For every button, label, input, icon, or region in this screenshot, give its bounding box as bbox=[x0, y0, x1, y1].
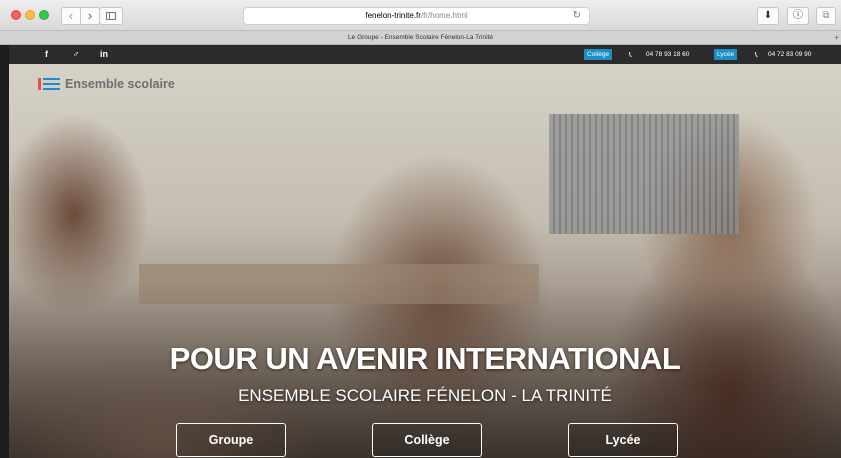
tabs-icon: ⧉ bbox=[822, 10, 830, 21]
reload-icon[interactable]: ↻ bbox=[573, 8, 581, 24]
hero-subheadline: ENSEMBLE SCOLAIRE FÉNELON - LA TRINITÉ bbox=[238, 386, 612, 405]
browser-toolbar: ‹ › fenelon-trinite.fr/fr/home.html ↻ ⬇ … bbox=[0, 0, 841, 31]
tab-bar: Le Groupe - Ensemble Scolaire Fénelon-La… bbox=[0, 31, 841, 45]
college-badge: Collège bbox=[584, 49, 613, 60]
chevron-right-icon: › bbox=[87, 8, 93, 23]
logo-icon bbox=[38, 78, 60, 90]
phone-icon: 📞︎ bbox=[629, 50, 632, 59]
facebook-icon[interactable]: f bbox=[45, 45, 48, 64]
sidebar-toggle-button[interactable] bbox=[99, 7, 123, 25]
window-maximize-button[interactable] bbox=[39, 10, 49, 20]
url-path: /fr/home.html bbox=[420, 11, 468, 20]
chevron-left-icon: ‹ bbox=[68, 8, 74, 23]
lycee-button[interactable]: Lycée bbox=[568, 423, 678, 457]
site-topbar: f ♂ in Collège 📞︎ 04 78 93 18 60 Lycée 📞… bbox=[9, 45, 841, 64]
info-button[interactable]: ⓘ bbox=[787, 7, 809, 25]
address-bar[interactable]: fenelon-trinite.fr/fr/home.html ↻ bbox=[243, 7, 590, 25]
window-close-button[interactable] bbox=[11, 10, 21, 20]
info-icon: ⓘ bbox=[793, 10, 803, 21]
download-icon: ⬇ bbox=[763, 10, 773, 21]
back-button[interactable]: ‹ bbox=[61, 7, 81, 25]
logo-text: Ensemble scolaire bbox=[65, 77, 175, 91]
new-tab-icon[interactable]: + bbox=[834, 31, 839, 44]
tab-title[interactable]: Le Groupe - Ensemble Scolaire Fénelon-La… bbox=[10, 31, 831, 44]
phone-icon: 📞︎ bbox=[755, 50, 758, 59]
linkedin-icon[interactable]: in bbox=[100, 45, 108, 64]
lycee-badge: Lycée bbox=[714, 49, 738, 60]
lycee-phone[interactable]: 04 72 83 09 90 bbox=[768, 45, 811, 64]
college-button[interactable]: Collège bbox=[372, 423, 482, 457]
url-domain: fenelon-trinite.fr bbox=[365, 11, 421, 20]
vine-icon[interactable]: ♂ bbox=[72, 45, 79, 64]
college-phone[interactable]: 04 78 93 18 60 bbox=[646, 45, 689, 64]
groupe-button[interactable]: Groupe bbox=[176, 423, 286, 457]
window-minimize-button[interactable] bbox=[25, 10, 35, 20]
hero-banner: Ensemble scolaire POUR UN AVENIR INTERNA… bbox=[9, 64, 841, 458]
downloads-button[interactable]: ⬇ bbox=[757, 7, 779, 25]
forward-button[interactable]: › bbox=[80, 7, 100, 25]
hero-headline: POUR UN AVENIR INTERNATIONAL bbox=[169, 341, 681, 376]
tabs-overview-button[interactable]: ⧉ bbox=[816, 7, 836, 25]
sidebar-icon bbox=[106, 12, 116, 20]
